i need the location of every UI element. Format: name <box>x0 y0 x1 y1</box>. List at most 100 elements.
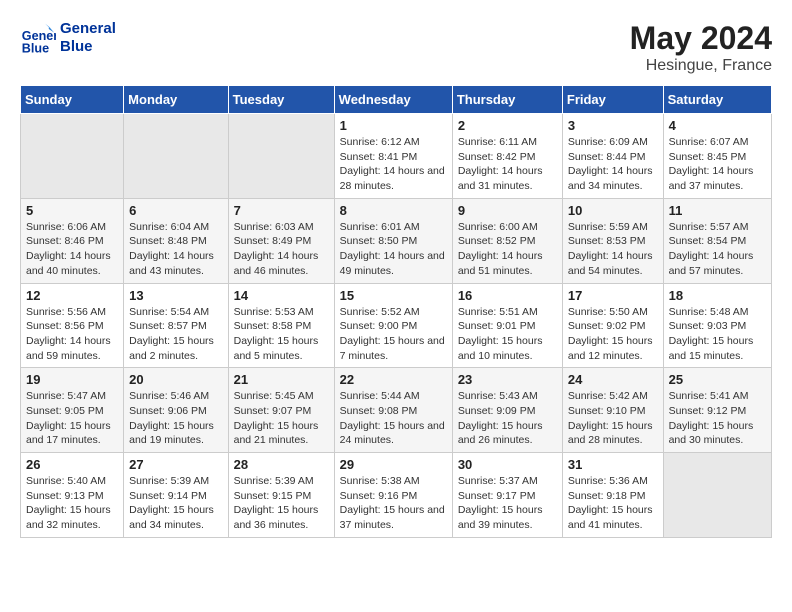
day-cell: 28 Sunrise: 5:39 AM Sunset: 9:15 PM Dayl… <box>228 453 334 538</box>
day-cell: 2 Sunrise: 6:11 AM Sunset: 8:42 PM Dayli… <box>452 114 562 199</box>
day-number: 24 <box>568 372 658 387</box>
day-number: 21 <box>234 372 329 387</box>
day-info: Sunrise: 5:52 AM Sunset: 9:00 PM Dayligh… <box>340 305 447 364</box>
day-cell: 24 Sunrise: 5:42 AM Sunset: 9:10 PM Dayl… <box>562 368 663 453</box>
day-number: 18 <box>669 288 766 303</box>
day-info: Sunrise: 5:59 AM Sunset: 8:53 PM Dayligh… <box>568 220 658 279</box>
day-header-saturday: Saturday <box>663 86 771 114</box>
day-number: 26 <box>26 457 118 472</box>
day-number: 5 <box>26 203 118 218</box>
day-info: Sunrise: 6:00 AM Sunset: 8:52 PM Dayligh… <box>458 220 557 279</box>
day-number: 2 <box>458 118 557 133</box>
day-number: 4 <box>669 118 766 133</box>
day-info: Sunrise: 5:41 AM Sunset: 9:12 PM Dayligh… <box>669 389 766 448</box>
day-cell: 8 Sunrise: 6:01 AM Sunset: 8:50 PM Dayli… <box>334 198 452 283</box>
day-cell: 15 Sunrise: 5:52 AM Sunset: 9:00 PM Dayl… <box>334 283 452 368</box>
day-number: 27 <box>129 457 222 472</box>
logo: General Blue General Blue <box>20 20 116 56</box>
day-number: 23 <box>458 372 557 387</box>
day-number: 20 <box>129 372 222 387</box>
svg-text:Blue: Blue <box>22 41 49 55</box>
day-number: 31 <box>568 457 658 472</box>
day-info: Sunrise: 5:43 AM Sunset: 9:09 PM Dayligh… <box>458 389 557 448</box>
day-cell: 23 Sunrise: 5:43 AM Sunset: 9:09 PM Dayl… <box>452 368 562 453</box>
day-number: 11 <box>669 203 766 218</box>
day-cell: 4 Sunrise: 6:07 AM Sunset: 8:45 PM Dayli… <box>663 114 771 199</box>
day-info: Sunrise: 6:01 AM Sunset: 8:50 PM Dayligh… <box>340 220 447 279</box>
day-cell: 27 Sunrise: 5:39 AM Sunset: 9:14 PM Dayl… <box>124 453 228 538</box>
week-row-3: 12 Sunrise: 5:56 AM Sunset: 8:56 PM Dayl… <box>21 283 772 368</box>
day-number: 17 <box>568 288 658 303</box>
day-info: Sunrise: 5:39 AM Sunset: 9:15 PM Dayligh… <box>234 474 329 533</box>
day-number: 30 <box>458 457 557 472</box>
day-cell: 14 Sunrise: 5:53 AM Sunset: 8:58 PM Dayl… <box>228 283 334 368</box>
day-cell: 1 Sunrise: 6:12 AM Sunset: 8:41 PM Dayli… <box>334 114 452 199</box>
week-row-4: 19 Sunrise: 5:47 AM Sunset: 9:05 PM Dayl… <box>21 368 772 453</box>
day-cell: 20 Sunrise: 5:46 AM Sunset: 9:06 PM Dayl… <box>124 368 228 453</box>
day-cell: 31 Sunrise: 5:36 AM Sunset: 9:18 PM Dayl… <box>562 453 663 538</box>
week-row-2: 5 Sunrise: 6:06 AM Sunset: 8:46 PM Dayli… <box>21 198 772 283</box>
day-info: Sunrise: 6:06 AM Sunset: 8:46 PM Dayligh… <box>26 220 118 279</box>
day-cell: 11 Sunrise: 5:57 AM Sunset: 8:54 PM Dayl… <box>663 198 771 283</box>
day-info: Sunrise: 5:54 AM Sunset: 8:57 PM Dayligh… <box>129 305 222 364</box>
day-cell: 18 Sunrise: 5:48 AM Sunset: 9:03 PM Dayl… <box>663 283 771 368</box>
days-header-row: SundayMondayTuesdayWednesdayThursdayFrid… <box>21 86 772 114</box>
day-cell: 16 Sunrise: 5:51 AM Sunset: 9:01 PM Dayl… <box>452 283 562 368</box>
logo-icon: General Blue <box>20 20 56 56</box>
day-cell: 22 Sunrise: 5:44 AM Sunset: 9:08 PM Dayl… <box>334 368 452 453</box>
day-header-sunday: Sunday <box>21 86 124 114</box>
day-number: 8 <box>340 203 447 218</box>
day-cell: 12 Sunrise: 5:56 AM Sunset: 8:56 PM Dayl… <box>21 283 124 368</box>
day-cell: 5 Sunrise: 6:06 AM Sunset: 8:46 PM Dayli… <box>21 198 124 283</box>
calendar-subtitle: Hesingue, France <box>630 57 772 75</box>
day-info: Sunrise: 6:04 AM Sunset: 8:48 PM Dayligh… <box>129 220 222 279</box>
day-cell: 10 Sunrise: 5:59 AM Sunset: 8:53 PM Dayl… <box>562 198 663 283</box>
calendar-title: May 2024 <box>630 20 772 57</box>
title-area: May 2024 Hesingue, France <box>630 20 772 75</box>
day-info: Sunrise: 6:03 AM Sunset: 8:49 PM Dayligh… <box>234 220 329 279</box>
day-number: 9 <box>458 203 557 218</box>
day-info: Sunrise: 5:45 AM Sunset: 9:07 PM Dayligh… <box>234 389 329 448</box>
calendar-table: SundayMondayTuesdayWednesdayThursdayFrid… <box>20 85 772 538</box>
day-number: 15 <box>340 288 447 303</box>
day-number: 19 <box>26 372 118 387</box>
day-cell: 7 Sunrise: 6:03 AM Sunset: 8:49 PM Dayli… <box>228 198 334 283</box>
day-header-wednesday: Wednesday <box>334 86 452 114</box>
day-info: Sunrise: 5:44 AM Sunset: 9:08 PM Dayligh… <box>340 389 447 448</box>
day-info: Sunrise: 5:37 AM Sunset: 9:17 PM Dayligh… <box>458 474 557 533</box>
day-cell: 9 Sunrise: 6:00 AM Sunset: 8:52 PM Dayli… <box>452 198 562 283</box>
day-header-thursday: Thursday <box>452 86 562 114</box>
day-number: 13 <box>129 288 222 303</box>
day-number: 1 <box>340 118 447 133</box>
day-number: 12 <box>26 288 118 303</box>
day-cell: 29 Sunrise: 5:38 AM Sunset: 9:16 PM Dayl… <box>334 453 452 538</box>
day-cell <box>124 114 228 199</box>
day-info: Sunrise: 5:57 AM Sunset: 8:54 PM Dayligh… <box>669 220 766 279</box>
day-info: Sunrise: 5:48 AM Sunset: 9:03 PM Dayligh… <box>669 305 766 364</box>
logo-text-blue: Blue <box>60 38 116 56</box>
day-info: Sunrise: 5:50 AM Sunset: 9:02 PM Dayligh… <box>568 305 658 364</box>
day-number: 29 <box>340 457 447 472</box>
day-cell: 19 Sunrise: 5:47 AM Sunset: 9:05 PM Dayl… <box>21 368 124 453</box>
day-number: 22 <box>340 372 447 387</box>
day-info: Sunrise: 6:09 AM Sunset: 8:44 PM Dayligh… <box>568 135 658 194</box>
day-info: Sunrise: 6:11 AM Sunset: 8:42 PM Dayligh… <box>458 135 557 194</box>
day-cell: 17 Sunrise: 5:50 AM Sunset: 9:02 PM Dayl… <box>562 283 663 368</box>
day-cell: 3 Sunrise: 6:09 AM Sunset: 8:44 PM Dayli… <box>562 114 663 199</box>
day-cell: 6 Sunrise: 6:04 AM Sunset: 8:48 PM Dayli… <box>124 198 228 283</box>
week-row-1: 1 Sunrise: 6:12 AM Sunset: 8:41 PM Dayli… <box>21 114 772 199</box>
day-header-tuesday: Tuesday <box>228 86 334 114</box>
day-cell: 21 Sunrise: 5:45 AM Sunset: 9:07 PM Dayl… <box>228 368 334 453</box>
day-cell: 30 Sunrise: 5:37 AM Sunset: 9:17 PM Dayl… <box>452 453 562 538</box>
day-number: 28 <box>234 457 329 472</box>
day-number: 7 <box>234 203 329 218</box>
day-info: Sunrise: 5:56 AM Sunset: 8:56 PM Dayligh… <box>26 305 118 364</box>
day-info: Sunrise: 5:46 AM Sunset: 9:06 PM Dayligh… <box>129 389 222 448</box>
week-row-5: 26 Sunrise: 5:40 AM Sunset: 9:13 PM Dayl… <box>21 453 772 538</box>
day-info: Sunrise: 6:07 AM Sunset: 8:45 PM Dayligh… <box>669 135 766 194</box>
day-number: 6 <box>129 203 222 218</box>
day-number: 14 <box>234 288 329 303</box>
day-info: Sunrise: 5:39 AM Sunset: 9:14 PM Dayligh… <box>129 474 222 533</box>
day-header-monday: Monday <box>124 86 228 114</box>
day-info: Sunrise: 5:38 AM Sunset: 9:16 PM Dayligh… <box>340 474 447 533</box>
